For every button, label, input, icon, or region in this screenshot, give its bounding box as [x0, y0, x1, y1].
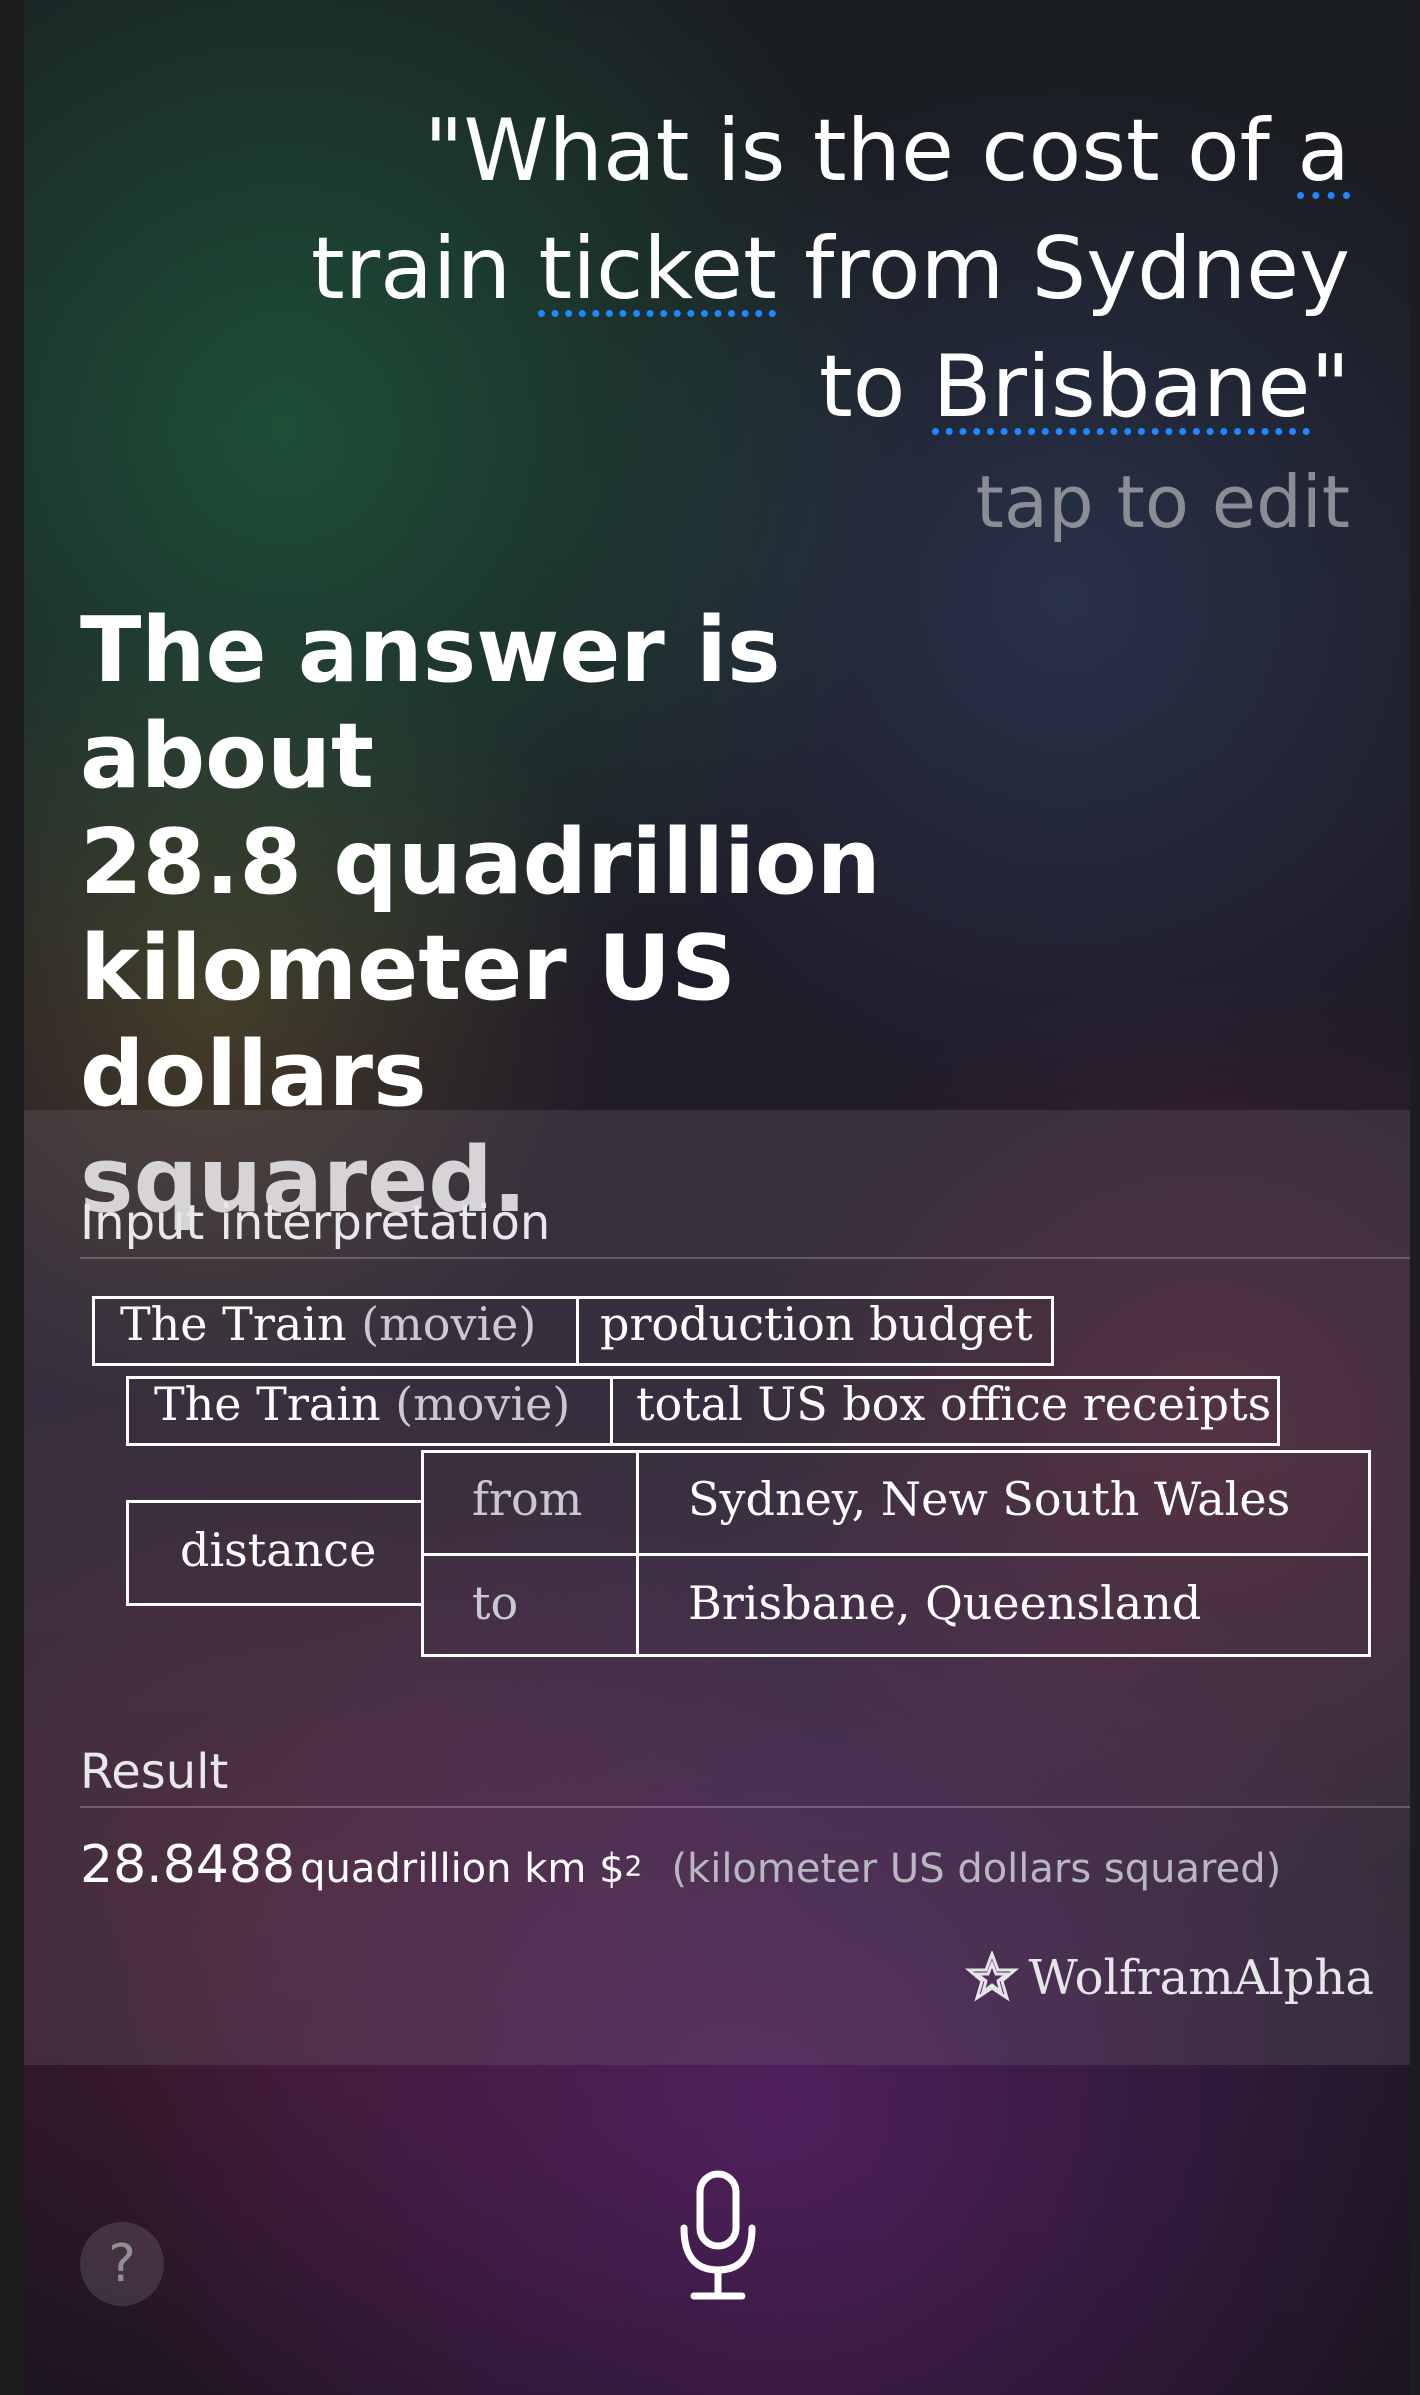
divider [80, 1806, 1410, 1808]
query-line-1: "What is the cost of a [423, 101, 1350, 201]
query-line-2: train ticket from Sydney [311, 219, 1350, 319]
row1-property: production budget [600, 1297, 1033, 1351]
result-description: (kilometer US dollars squared) [671, 1846, 1282, 1892]
result-exponent: 2 [624, 1849, 643, 1883]
answer-line-2: 28.8 quadrillion [80, 810, 881, 915]
query-line-3: to Brisbane" [818, 337, 1350, 437]
row1-name: The Train (movie) [120, 1297, 537, 1351]
divider [80, 1257, 1410, 1259]
result-title: Result [80, 1744, 229, 1800]
answer-line-3: kilometer US dollars [80, 916, 736, 1127]
result-value: 28.8488 [80, 1835, 296, 1895]
result-value-line: 28.8488 quadrillion km $2 (kilometer US … [80, 1835, 1281, 1895]
screen-right-edge [1410, 0, 1420, 2395]
from-label: from [472, 1472, 583, 1526]
result-unit: quadrillion km $ [300, 1846, 625, 1892]
to-label-box [421, 1553, 639, 1657]
to-label: to [472, 1576, 519, 1630]
wolfram-alpha-brand: WolframAlpha [1028, 1950, 1374, 2006]
answer-line-1: The answer is about [80, 598, 781, 809]
distance-label: distance [180, 1523, 377, 1577]
tap-to-edit-hint[interactable]: tap to edit [976, 460, 1350, 544]
screen-left-edge [0, 0, 24, 2395]
spoken-query[interactable]: "What is the cost of a train ticket from… [250, 92, 1350, 446]
wolfram-alpha-logo[interactable]: WolframAlpha [964, 1950, 1374, 2006]
query-word-brisbane[interactable]: Brisbane [933, 337, 1311, 437]
help-button[interactable]: ? [80, 2222, 164, 2306]
microphone-button[interactable] [678, 2168, 758, 2308]
to-value: Brisbane, Queensland [688, 1576, 1202, 1630]
wolfram-result-card[interactable]: Input interpretation The Train (movie) p… [24, 1110, 1410, 2065]
microphone-icon [680, 2170, 756, 2300]
from-value: Sydney, New South Wales [688, 1472, 1291, 1526]
query-word-ticket[interactable]: ticket [539, 219, 777, 319]
row2-property: total US box office receipts [636, 1377, 1272, 1431]
wolfram-spikey-icon [964, 1951, 1019, 2002]
row2-name: The Train (movie) [154, 1377, 571, 1431]
query-word-a[interactable]: a [1297, 101, 1350, 201]
input-interpretation-title: Input interpretation [80, 1195, 551, 1251]
